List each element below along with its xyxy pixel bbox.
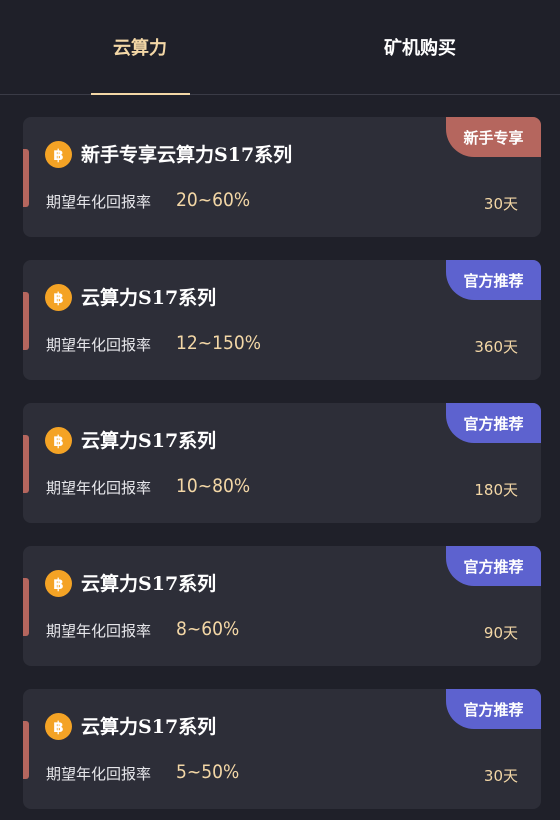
return-rate-label: 期望年化回报率 xyxy=(46,765,152,783)
return-rate-label: 期望年化回报率 xyxy=(46,479,152,497)
svg-text:฿: ฿ xyxy=(53,432,63,449)
bitcoin-icon: ฿ xyxy=(45,570,72,597)
product-title: 云算力S17系列 xyxy=(81,430,217,452)
svg-text:฿: ฿ xyxy=(53,575,63,592)
product-title: 云算力S17系列 xyxy=(81,573,217,595)
return-rate-value: 10~80% xyxy=(176,475,251,497)
card-accent-bar xyxy=(23,292,29,350)
official-recommend-badge: 官方推荐 xyxy=(446,403,541,443)
return-rate-label: 期望年化回报率 xyxy=(46,336,152,354)
return-rate-value: 12~150% xyxy=(176,332,261,354)
bitcoin-icon: ฿ xyxy=(45,427,72,454)
return-rate-value: 5~50% xyxy=(176,761,240,783)
card-accent-bar xyxy=(23,578,29,636)
product-card[interactable]: ฿ 云算力S17系列 期望年化回报率 12~150% 360天 官方推荐 xyxy=(23,260,541,380)
top-tab-bar: 云算力 矿机购买 xyxy=(0,0,560,95)
term-days: 30天 xyxy=(483,767,518,785)
term-days: 90天 xyxy=(483,624,518,642)
bitcoin-icon: ฿ xyxy=(45,713,72,740)
term-days: 30天 xyxy=(483,195,518,213)
term-days: 360天 xyxy=(474,338,518,356)
bitcoin-icon: ฿ xyxy=(45,141,72,168)
product-title: 新手专享云算力S17系列 xyxy=(81,144,293,166)
newbie-exclusive-badge: 新手专享 xyxy=(446,117,541,157)
product-title: 云算力S17系列 xyxy=(81,716,217,738)
return-rate-label: 期望年化回报率 xyxy=(46,193,152,211)
card-accent-bar xyxy=(23,435,29,493)
product-card[interactable]: ฿ 新手专享云算力S17系列 期望年化回报率 20~60% 30天 新手专享 xyxy=(23,117,541,237)
svg-text:฿: ฿ xyxy=(53,289,63,306)
tab-cloud-hashrate[interactable]: 云算力 xyxy=(0,0,280,94)
official-recommend-badge: 官方推荐 xyxy=(446,689,541,729)
tab-label: 矿机购买 xyxy=(384,38,456,59)
product-title: 云算力S17系列 xyxy=(81,287,217,309)
card-accent-bar xyxy=(23,149,29,207)
product-list: ฿ 新手专享云算力S17系列 期望年化回报率 20~60% 30天 新手专享 ฿… xyxy=(0,95,560,809)
term-days: 180天 xyxy=(474,481,518,499)
tab-label: 云算力 xyxy=(113,38,167,59)
bitcoin-icon: ฿ xyxy=(45,284,72,311)
product-card[interactable]: ฿ 云算力S17系列 期望年化回报率 5~50% 30天 官方推荐 xyxy=(23,689,541,809)
product-card[interactable]: ฿ 云算力S17系列 期望年化回报率 8~60% 90天 官方推荐 xyxy=(23,546,541,666)
official-recommend-badge: 官方推荐 xyxy=(446,260,541,300)
return-rate-value: 8~60% xyxy=(176,618,240,640)
tab-miner-purchase[interactable]: 矿机购买 xyxy=(280,0,560,94)
active-tab-indicator xyxy=(91,93,190,95)
product-card[interactable]: ฿ 云算力S17系列 期望年化回报率 10~80% 180天 官方推荐 xyxy=(23,403,541,523)
svg-text:฿: ฿ xyxy=(53,718,63,735)
card-accent-bar xyxy=(23,721,29,779)
official-recommend-badge: 官方推荐 xyxy=(446,546,541,586)
return-rate-label: 期望年化回报率 xyxy=(46,622,152,640)
return-rate-value: 20~60% xyxy=(176,189,251,211)
svg-text:฿: ฿ xyxy=(53,146,63,163)
